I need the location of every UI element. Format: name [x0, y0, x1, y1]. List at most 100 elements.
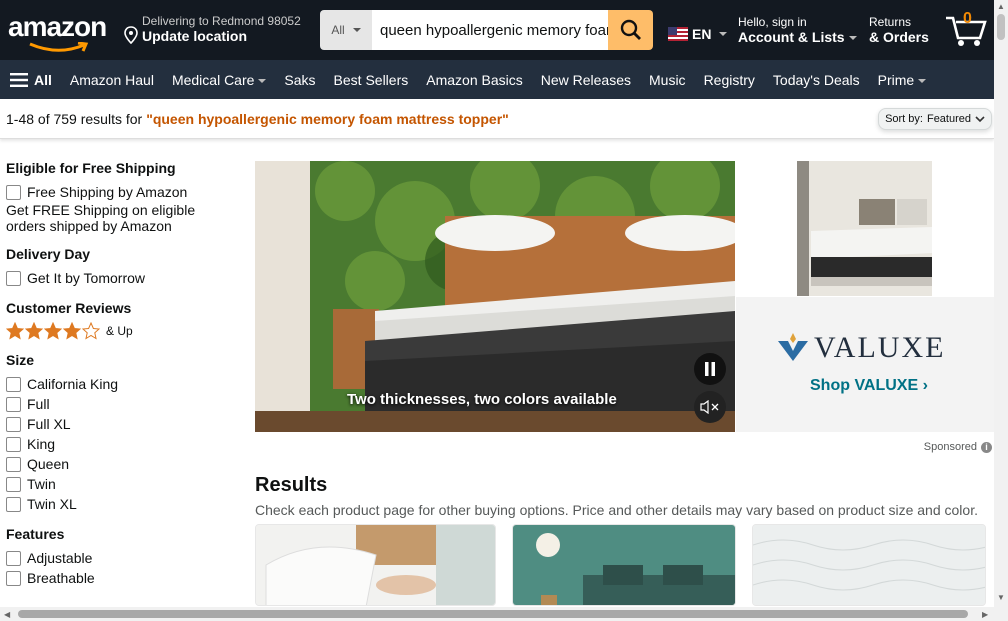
checkbox-label: Full XL [27, 416, 71, 432]
product-image [256, 525, 495, 605]
chevron-down-icon [918, 78, 927, 83]
brand-product-image[interactable] [797, 161, 932, 296]
filter-size-queen[interactable]: Queen [6, 454, 236, 474]
scroll-down-arrow-icon[interactable]: ▼ [997, 593, 1005, 602]
filter-size-twin-xl[interactable]: Twin XL [6, 494, 236, 514]
account-lists[interactable]: Hello, sign in Account & Lists [738, 15, 857, 45]
nav-item-medical-care[interactable]: Medical Care [163, 72, 275, 88]
nav-item-todays-deals[interactable]: Today's Deals [764, 72, 869, 88]
lang-label: EN [692, 26, 712, 42]
nav-item-amazon-haul[interactable]: Amazon Haul [61, 72, 163, 88]
nav-item-prime[interactable]: Prime [869, 72, 936, 88]
chevron-down-icon [848, 36, 857, 41]
location-pin-icon [124, 26, 138, 44]
nav-item-new-releases[interactable]: New Releases [532, 72, 640, 88]
filter-tomorrow[interactable]: Get It by Tomorrow [6, 268, 236, 288]
deliver-to[interactable]: Delivering to Redmond 98052 Update locat… [124, 14, 314, 44]
search-category-dropdown[interactable]: All [320, 10, 372, 50]
nav-item-registry[interactable]: Registry [695, 72, 764, 88]
cart-count: 0 [963, 10, 972, 27]
filter-size-full[interactable]: Full [6, 394, 236, 414]
mattress-image [797, 161, 932, 296]
video-caption: Two thicknesses, two colors available [347, 391, 617, 408]
checkbox-label: Free Shipping by Amazon [27, 184, 188, 200]
product-card[interactable] [752, 524, 986, 606]
cart-button[interactable]: 0 [944, 8, 992, 52]
scroll-right-arrow-icon[interactable]: ▶ [982, 610, 988, 619]
checkbox[interactable] [6, 416, 21, 432]
product-card[interactable] [512, 524, 736, 606]
checkbox[interactable] [6, 376, 21, 392]
nav-item-music[interactable]: Music [640, 72, 695, 88]
language-selector[interactable]: EN [668, 26, 728, 42]
sponsored-video[interactable]: Two thicknesses, two colors available [255, 161, 735, 432]
nav-item-label: Medical Care [171, 71, 255, 88]
scroll-left-arrow-icon[interactable]: ◀ [4, 610, 10, 619]
account-line1: Hello, sign in [738, 15, 807, 29]
nav-item-best-sellers[interactable]: Best Sellers [325, 72, 418, 88]
scrollbar-thumb[interactable] [997, 14, 1005, 40]
mute-button[interactable] [694, 391, 726, 423]
product-card[interactable] [255, 524, 496, 606]
returns-orders[interactable]: Returns & Orders [869, 15, 929, 45]
filter-size-california-king[interactable]: California King [6, 374, 236, 394]
horizontal-scrollbar[interactable]: ◀ ▶ [0, 607, 1008, 621]
deliver-line1: Delivering to Redmond 98052 [142, 14, 301, 28]
amazon-logo[interactable]: amazon [8, 12, 108, 52]
shop-brand-link[interactable]: Shop VALUXE › [810, 377, 928, 395]
checkbox[interactable] [6, 496, 21, 512]
account-line2: Account & Lists [738, 29, 845, 45]
checkbox[interactable] [6, 184, 21, 200]
nav-item-amazon-basics[interactable]: Amazon Basics [417, 72, 531, 88]
reviews-up-label: & Up [106, 324, 133, 338]
shipping-heading: Eligible for Free Shipping [6, 160, 176, 176]
results-heading: Results [255, 474, 328, 496]
checkbox-label: Breathable [27, 570, 95, 586]
brand-name: VALUXE [814, 331, 946, 364]
checkbox[interactable] [6, 570, 21, 586]
filter-sidebar: Eligible for Free Shipping Free Shipping… [6, 160, 236, 600]
sort-value: Featured [926, 113, 971, 125]
checkbox[interactable] [6, 476, 21, 492]
checkbox[interactable] [6, 436, 21, 452]
checkbox[interactable] [6, 456, 21, 472]
search-category-label: All [331, 23, 345, 37]
us-flag-icon [668, 27, 688, 41]
size-heading: Size [6, 352, 35, 368]
orders-line2: & Orders [869, 29, 929, 45]
all-menu-button[interactable]: All [0, 72, 61, 88]
filter-size-full-xl[interactable]: Full XL [6, 414, 236, 434]
checkbox-label: King [27, 436, 56, 452]
filter-size-king[interactable]: King [6, 434, 236, 454]
product-image [513, 525, 735, 605]
search-bar: All [320, 10, 653, 50]
star-rating-icon [6, 322, 101, 340]
sponsored-label[interactable]: Sponsored i [924, 441, 992, 453]
features-heading: Features [6, 526, 65, 542]
nav-item-saks[interactable]: Saks [275, 72, 324, 88]
filter-free-shipping[interactable]: Free Shipping by Amazon [6, 182, 236, 202]
filter-feature-breathable[interactable]: Breathable [6, 568, 236, 588]
vertical-scrollbar[interactable]: ▲ ▼ [994, 0, 1008, 607]
pause-button[interactable] [694, 353, 726, 385]
search-icon [620, 19, 641, 40]
checkbox[interactable] [6, 396, 21, 412]
results-count: 1-48 of 759 results for [6, 110, 143, 127]
volume-muted-icon [700, 400, 719, 414]
scrollbar-thumb[interactable] [18, 610, 968, 618]
filter-feature-adjustable[interactable]: Adjustable [6, 548, 236, 568]
filter-4-stars-up[interactable]: & Up [6, 322, 236, 340]
results-subtitle: Check each product page for other buying… [255, 502, 978, 518]
shipping-note: Get FREE Shipping on eligible orders shi… [6, 202, 196, 234]
brand-ad[interactable]: VALUXE Shop VALUXE › [736, 297, 994, 432]
checkbox[interactable] [6, 270, 21, 286]
search-button[interactable] [608, 10, 653, 50]
sort-dropdown[interactable]: Sort by: Featured [878, 108, 992, 130]
filter-size-twin[interactable]: Twin [6, 474, 236, 494]
checkbox[interactable] [6, 550, 21, 566]
scroll-up-arrow-icon[interactable]: ▲ [997, 2, 1005, 11]
deliver-line2: Update location [142, 28, 248, 44]
search-input[interactable] [372, 10, 608, 50]
chevron-down-icon [719, 32, 728, 36]
sort-label: Sort by: [885, 113, 923, 125]
